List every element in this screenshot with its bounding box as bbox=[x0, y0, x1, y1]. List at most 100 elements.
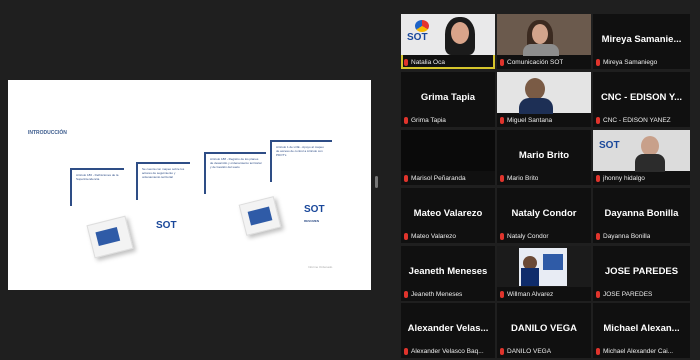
participant-tile[interactable]: Mateo Valarezo Mateo Valarezo bbox=[401, 188, 495, 243]
mic-muted-icon bbox=[404, 174, 408, 182]
participant-label: Mario Brito bbox=[500, 173, 538, 183]
participant-label: Dayanna Bonilla bbox=[596, 231, 650, 241]
participant-label: Nataly Condor bbox=[500, 231, 549, 241]
participant-name: Mateo Valarezo bbox=[411, 232, 457, 240]
mic-muted-icon bbox=[404, 347, 408, 355]
mic-muted-icon bbox=[596, 58, 600, 66]
participant-tile[interactable]: Miguel Santana bbox=[497, 72, 591, 127]
participant-name: CNC - EDISON YANEZ bbox=[603, 116, 671, 124]
participant-tile[interactable]: DANILO VEGA DANILO VEGA bbox=[497, 303, 591, 358]
participant-tile[interactable]: Comunicación SOT bbox=[497, 14, 591, 69]
participant-tile[interactable]: SOT jhonny hidalgo bbox=[593, 130, 690, 185]
slide-title: INTRODUCCIÓN bbox=[28, 130, 67, 136]
mic-muted-icon bbox=[596, 290, 600, 298]
mic-muted-icon bbox=[596, 232, 600, 240]
participant-display-name: JOSE PAREDES bbox=[604, 265, 679, 277]
participant-name: Mario Brito bbox=[507, 174, 539, 182]
cover-heading: RESUMEN bbox=[304, 219, 320, 223]
participant-tile[interactable]: Nataly Condor Nataly Condor bbox=[497, 188, 591, 243]
participant-tile[interactable]: Marisol Peñaranda bbox=[401, 130, 495, 185]
slide-step-1: Artículo 186 - Definiciones de la Superi… bbox=[70, 168, 124, 206]
participant-label: JOSE PAREDES bbox=[596, 289, 652, 299]
participant-name: Jeaneth Meneses bbox=[411, 290, 463, 298]
participant-label: Mireya Samaniego bbox=[596, 57, 657, 67]
participant-tile[interactable]: CNC - EDISON Y... CNC - EDISON YANEZ bbox=[593, 72, 690, 127]
participant-tile[interactable]: Willman Alvarez bbox=[497, 246, 591, 301]
cover-1: SOT bbox=[144, 220, 184, 260]
participant-video bbox=[497, 72, 591, 114]
participant-label: Willman Alvarez bbox=[500, 289, 553, 299]
slide-step-3: Artículo 188 - Registro de los planes de… bbox=[204, 152, 266, 194]
slide-step-1-text: Artículo 186 - Definiciones de la Superi… bbox=[76, 173, 119, 181]
participant-tile[interactable]: Grima Tapia Grima Tapia bbox=[401, 72, 495, 127]
participant-label: Comunicación SOT bbox=[500, 57, 563, 67]
participant-name: Willman Alvarez bbox=[507, 290, 554, 298]
participant-label: Mateo Valarezo bbox=[404, 231, 456, 241]
participant-label: Alexander Velasco Baq... bbox=[404, 346, 484, 356]
slide-step-3-text: Artículo 188 - Registro de los planes de… bbox=[210, 157, 262, 169]
participant-tile[interactable]: Michael Alexan... Michael Alexander Cai..… bbox=[593, 303, 690, 358]
participant-label: Natalia Oca bbox=[404, 57, 445, 67]
participant-name: Miguel Santana bbox=[507, 116, 553, 124]
participant-name: Marisol Peñaranda bbox=[411, 174, 466, 182]
participant-name: DANILO VEGA bbox=[507, 347, 552, 355]
participant-name: Mireya Samaniego bbox=[603, 58, 658, 66]
participant-video bbox=[497, 14, 591, 56]
participant-tile[interactable]: Mireya Samanie... Mireya Samaniego bbox=[593, 14, 690, 69]
participant-display-name: Grima Tapia bbox=[420, 91, 476, 103]
participant-tile[interactable]: Jeaneth Meneses Jeaneth Meneses bbox=[401, 246, 495, 301]
participant-label: DANILO VEGA bbox=[500, 346, 551, 356]
participant-display-name: Nataly Condor bbox=[511, 207, 577, 219]
mic-muted-icon bbox=[500, 58, 504, 66]
mic-muted-icon bbox=[596, 347, 600, 355]
slide-step-4: Artículo 1 de LOE - Apoyo al mapeo de ac… bbox=[270, 140, 332, 182]
participant-video: SOT bbox=[593, 130, 690, 172]
participant-video bbox=[497, 246, 591, 287]
participant-name: jhonny hidalgo bbox=[603, 174, 645, 182]
participant-label: Miguel Santana bbox=[500, 115, 552, 125]
book-image-2 bbox=[238, 196, 282, 236]
participant-video bbox=[401, 130, 495, 171]
slide-footer: Informe Ordenado bbox=[308, 265, 333, 269]
participant-tile[interactable]: SOT Natalia Oca bbox=[401, 14, 495, 69]
mic-muted-icon bbox=[596, 174, 600, 182]
resize-handle[interactable] bbox=[375, 176, 378, 188]
slide-step-2-text: Se cuenta con mapeo sobre los actores de… bbox=[142, 167, 185, 179]
participant-name: Nataly Condor bbox=[507, 232, 549, 240]
participant-display-name: Michael Alexan... bbox=[603, 322, 680, 334]
participant-label: Grima Tapia bbox=[404, 115, 446, 125]
participant-display-name: Mateo Valarezo bbox=[413, 207, 483, 219]
participant-name: Alexander Velasco Baq... bbox=[411, 347, 484, 355]
participant-label: Marisol Peñaranda bbox=[404, 173, 466, 183]
mic-muted-icon bbox=[500, 347, 504, 355]
participant-tile[interactable]: Mario Brito Mario Brito bbox=[497, 130, 591, 185]
participant-name: Grima Tapia bbox=[411, 116, 446, 124]
participant-name: Michael Alexander Cai... bbox=[603, 347, 674, 355]
participant-tile[interactable]: JOSE PAREDES JOSE PAREDES bbox=[593, 246, 690, 301]
sot-logo-2: SOT bbox=[304, 204, 325, 215]
book-image-1 bbox=[86, 215, 134, 259]
participant-tile[interactable]: Dayanna Bonilla Dayanna Bonilla bbox=[593, 188, 690, 243]
participant-display-name: Mireya Samanie... bbox=[601, 33, 682, 45]
mic-muted-icon bbox=[500, 174, 504, 182]
participant-label: Michael Alexander Cai... bbox=[596, 346, 673, 356]
participant-display-name: CNC - EDISON Y... bbox=[600, 91, 683, 103]
mic-muted-icon bbox=[404, 58, 408, 66]
participant-display-name: Alexander Velas... bbox=[407, 322, 489, 334]
participant-display-name: Mario Brito bbox=[518, 149, 570, 161]
shared-screen: INTRODUCCIÓN Artículo 186 - Definiciones… bbox=[8, 80, 371, 290]
mic-muted-icon bbox=[500, 290, 504, 298]
mic-muted-icon bbox=[596, 116, 600, 124]
slide-step-2: Se cuenta con mapeo sobre los actores de… bbox=[136, 162, 190, 200]
participant-name: Dayanna Bonilla bbox=[603, 232, 651, 240]
sot-logo-1: SOT bbox=[156, 220, 177, 231]
participant-display-name: Dayanna Bonilla bbox=[604, 207, 679, 219]
participant-tile[interactable]: Alexander Velas... Alexander Velasco Baq.… bbox=[401, 303, 495, 358]
mic-muted-icon bbox=[500, 116, 504, 124]
mic-muted-icon bbox=[500, 232, 504, 240]
mic-muted-icon bbox=[404, 290, 408, 298]
participant-video: SOT bbox=[401, 14, 495, 55]
participant-display-name: Jeaneth Meneses bbox=[408, 265, 488, 277]
participant-name: JOSE PAREDES bbox=[603, 290, 653, 298]
participant-name: Natalia Oca bbox=[411, 58, 445, 66]
